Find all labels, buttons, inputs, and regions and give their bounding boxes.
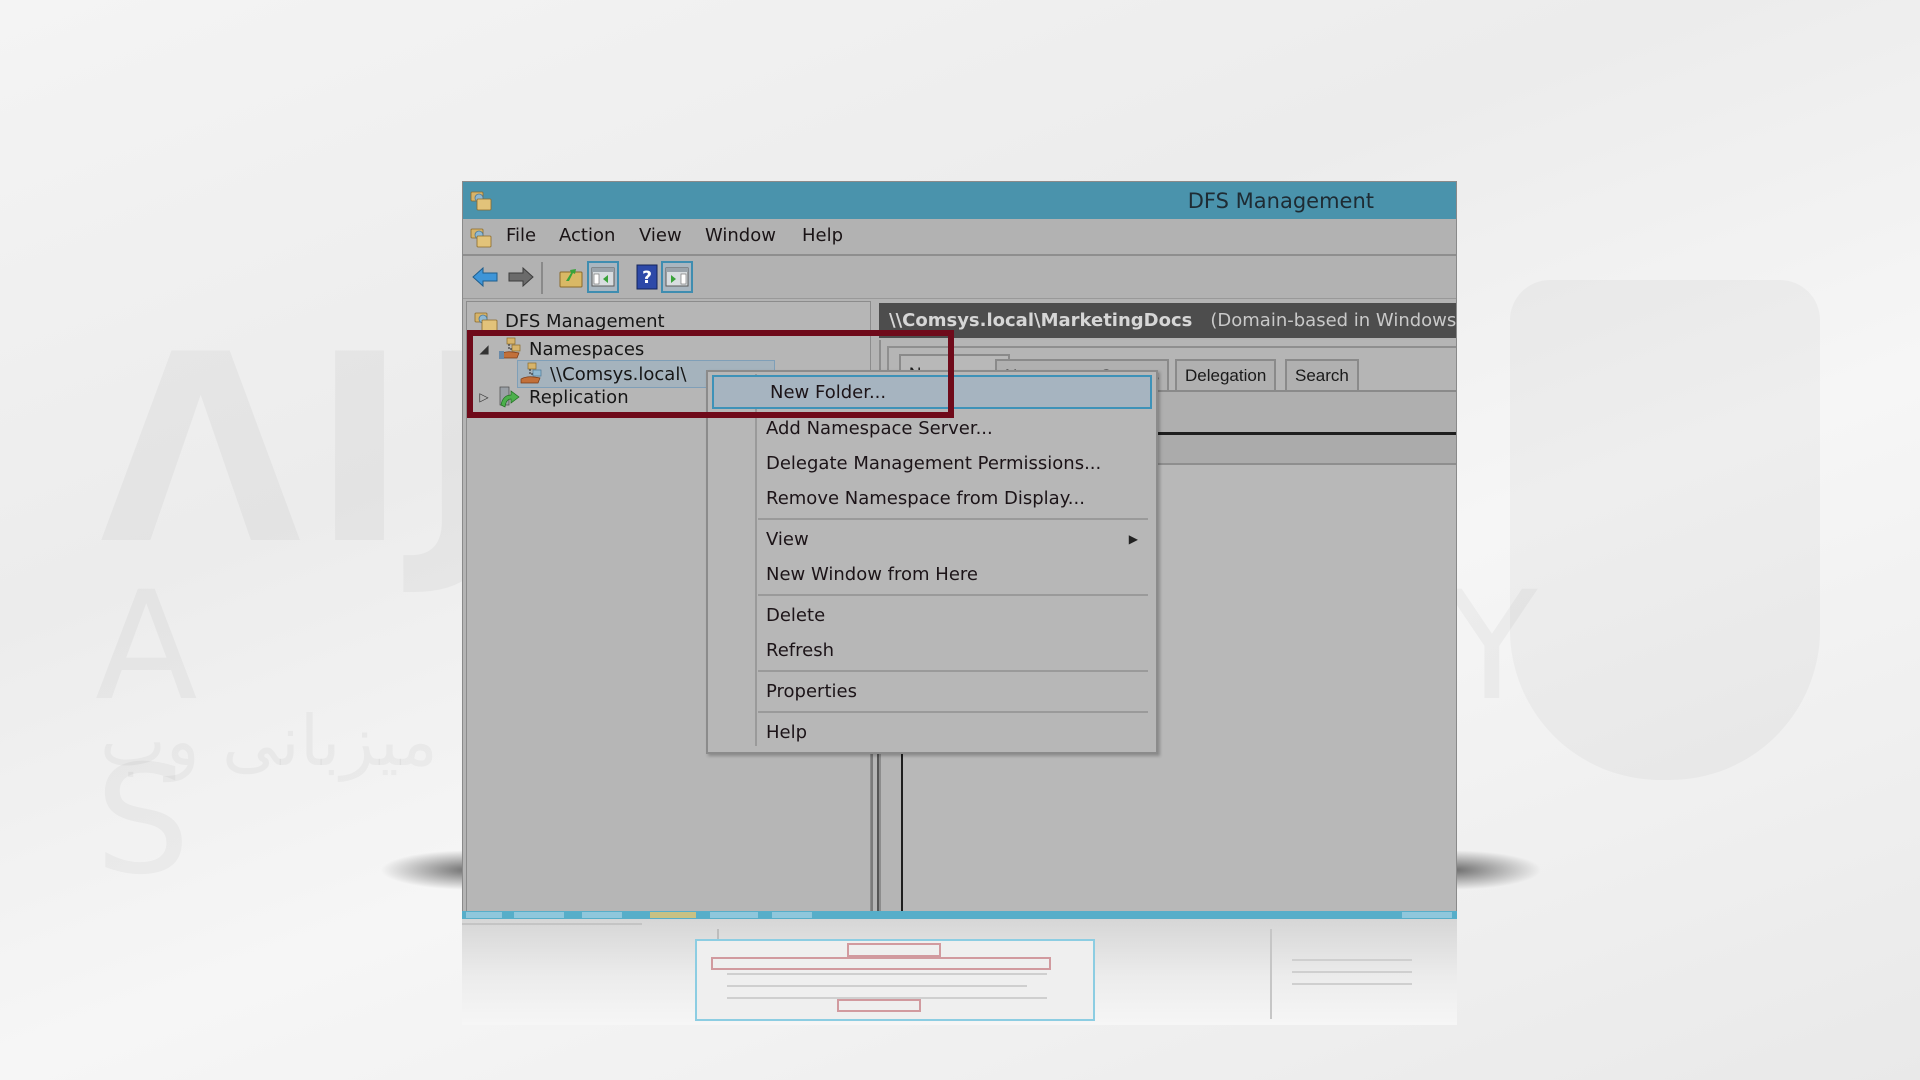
tree-item-label: Replication xyxy=(529,386,629,408)
menu-item-label: New Folder... xyxy=(770,381,887,403)
taskbar xyxy=(462,911,1457,919)
watermark-shield-icon xyxy=(1510,280,1820,780)
toolbar: ? xyxy=(463,256,1456,299)
folder-up-icon xyxy=(559,269,583,288)
menu-item-label: Delete xyxy=(766,604,826,626)
reflection-line xyxy=(1270,929,1272,1019)
back-arrow-icon xyxy=(472,266,498,288)
window-title: DFS Management xyxy=(1187,189,1374,213)
menu-item-label: Add Namespace Server... xyxy=(766,417,993,439)
menu-item-label: Properties xyxy=(766,680,857,702)
help-icon: ? xyxy=(636,264,658,290)
screenshot-reflection xyxy=(462,919,1457,1025)
taskbar-button[interactable] xyxy=(466,912,502,918)
show-hide-console-tree-button[interactable] xyxy=(587,261,619,293)
console-tree-icon xyxy=(591,267,615,287)
menu-item-properties[interactable]: Properties xyxy=(710,674,1154,708)
reflection-dialog xyxy=(695,939,1095,1021)
taskbar-button[interactable] xyxy=(514,912,564,918)
tree-item-label: Namespaces xyxy=(529,338,645,360)
menu-item-remove-namespace-from-display[interactable]: Remove Namespace from Display... xyxy=(710,481,1154,515)
taskbar-button[interactable] xyxy=(772,912,812,918)
menu-item-label: Help xyxy=(766,721,808,743)
frame-shadow-right xyxy=(1452,850,1542,890)
tab-search[interactable]: Search xyxy=(1285,359,1359,391)
reflection-line xyxy=(1292,971,1412,973)
menu-bar: File Action View Window Help xyxy=(463,219,1456,256)
menu-separator xyxy=(758,670,1148,672)
reflection-line xyxy=(1292,959,1412,961)
tree-root-dfs-management[interactable]: DFS Management xyxy=(473,308,665,334)
namespace-icon xyxy=(520,362,542,384)
help-button[interactable]: ? xyxy=(631,261,663,293)
title-bar[interactable]: DFS Management xyxy=(463,182,1456,219)
tab-delegation[interactable]: Delegation xyxy=(1175,359,1277,391)
menu-item-help[interactable]: Help xyxy=(710,715,1154,749)
dfs-management-icon xyxy=(470,191,492,211)
taskbar-clock[interactable] xyxy=(1402,912,1452,918)
menu-item-label: Remove Namespace from Display... xyxy=(766,487,1085,509)
reflection-line xyxy=(462,923,642,925)
menu-help[interactable]: Help xyxy=(802,225,843,246)
menu-separator xyxy=(758,711,1148,713)
context-menu: New Folder... Add Namespace Server... De… xyxy=(706,370,1158,754)
menu-item-delete[interactable]: Delete xyxy=(710,598,1154,632)
menu-separator xyxy=(758,594,1148,596)
tree-item-label: \\Comsys.local\ xyxy=(550,363,687,385)
mmc-system-menu-icon[interactable] xyxy=(469,225,493,249)
reflection-highlight xyxy=(711,957,1051,970)
menu-item-label: Delegate Management Permissions... xyxy=(766,452,1102,474)
replication-icon xyxy=(499,386,520,408)
taskbar-button[interactable] xyxy=(582,912,622,918)
watermark-logo: ɅIJ xyxy=(100,300,525,602)
menu-item-delegate-management-permissions[interactable]: Delegate Management Permissions... xyxy=(710,446,1154,480)
menu-item-label: Refresh xyxy=(766,639,834,661)
dfs-management-icon xyxy=(474,312,498,332)
reflection-line xyxy=(727,985,1027,987)
menu-item-view[interactable]: View ▶ xyxy=(710,522,1154,556)
menu-item-new-folder[interactable]: New Folder... xyxy=(712,375,1152,409)
menu-item-new-window-from-here[interactable]: New Window from Here xyxy=(710,557,1154,591)
collapse-arrow-icon[interactable]: ◢ xyxy=(477,342,491,356)
namespace-path: \\Comsys.local\MarketingDocs xyxy=(889,310,1193,331)
forward-arrow-icon xyxy=(508,266,534,288)
detail-header: \\Comsys.local\MarketingDocs (Domain-bas… xyxy=(879,303,1457,338)
tree-item-namespaces[interactable]: ◢ Namespaces xyxy=(477,336,644,362)
reflection-line xyxy=(727,973,1047,975)
show-hide-action-pane-button[interactable] xyxy=(661,261,693,293)
menu-item-refresh[interactable]: Refresh xyxy=(710,633,1154,667)
taskbar-button[interactable] xyxy=(710,912,758,918)
menu-item-label: New Window from Here xyxy=(766,563,978,585)
namespace-type: (Domain-based in Windows Serve xyxy=(1210,310,1457,331)
reflection-highlight xyxy=(837,999,921,1012)
forward-button[interactable] xyxy=(505,261,537,293)
menu-item-add-namespace-server[interactable]: Add Namespace Server... xyxy=(710,411,1154,445)
frame-shadow-left xyxy=(380,850,470,890)
reflection-line xyxy=(1292,983,1412,985)
taskbar-button[interactable] xyxy=(650,912,696,918)
menu-file[interactable]: File xyxy=(506,225,536,246)
expand-arrow-icon[interactable]: ▷ xyxy=(477,390,491,404)
back-button[interactable] xyxy=(469,261,501,293)
tree-item-replication[interactable]: ▷ Replication xyxy=(477,384,629,410)
submenu-arrow-icon: ▶ xyxy=(1128,532,1138,546)
menu-window[interactable]: Window xyxy=(705,225,776,246)
reflection-highlight xyxy=(847,943,941,957)
menu-item-label: View xyxy=(766,528,809,550)
menu-view[interactable]: View xyxy=(639,225,682,246)
svg-text:?: ? xyxy=(642,268,652,288)
up-one-level-button[interactable] xyxy=(555,261,587,293)
toolbar-separator xyxy=(541,262,543,294)
menu-action[interactable]: Action xyxy=(559,225,615,246)
action-pane-icon xyxy=(665,267,689,287)
menu-separator xyxy=(758,518,1148,520)
tree-root-label: DFS Management xyxy=(505,310,665,332)
namespaces-icon xyxy=(499,337,521,359)
